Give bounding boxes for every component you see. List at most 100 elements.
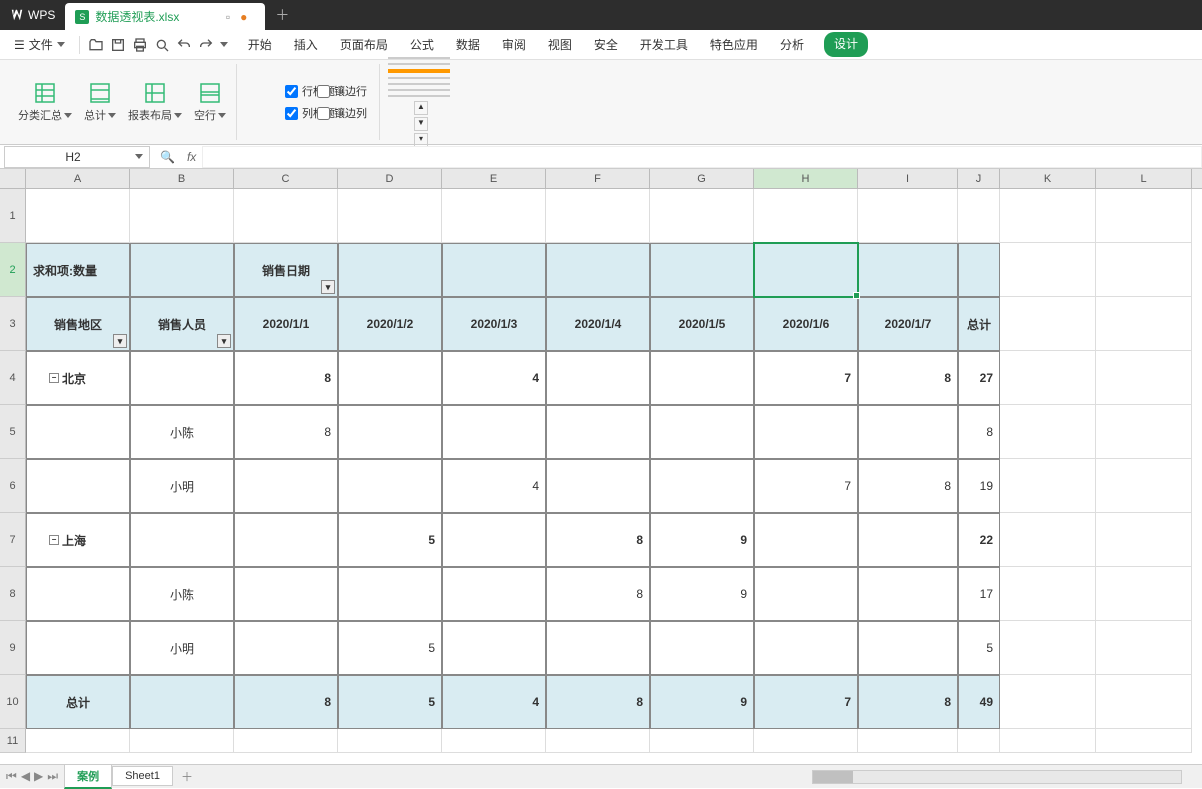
cell[interactable]	[546, 189, 650, 243]
collapse-icon[interactable]: −	[49, 373, 59, 383]
cell[interactable]	[1096, 297, 1192, 351]
row-header[interactable]: 1	[0, 189, 26, 243]
style-option[interactable]	[388, 77, 450, 79]
select-all-corner[interactable]	[0, 169, 26, 188]
cell[interactable]	[1000, 459, 1096, 513]
cell[interactable]	[1096, 729, 1192, 753]
cell[interactable]	[338, 405, 442, 459]
cell[interactable]: 4	[442, 459, 546, 513]
cell[interactable]	[26, 405, 130, 459]
cell[interactable]	[858, 567, 958, 621]
cell[interactable]	[1000, 243, 1096, 297]
cell[interactable]: 4	[442, 351, 546, 405]
cell[interactable]	[1096, 513, 1192, 567]
style-option[interactable]	[388, 89, 450, 91]
cell[interactable]: −上海	[26, 513, 130, 567]
column-header[interactable]: I	[858, 169, 958, 188]
fx-icon[interactable]: fx	[181, 150, 202, 164]
style-option[interactable]	[388, 57, 450, 59]
first-sheet-icon[interactable]: ⏮	[6, 769, 17, 784]
cell[interactable]	[234, 459, 338, 513]
cell[interactable]: 8	[858, 459, 958, 513]
style-option-selected[interactable]	[388, 69, 450, 73]
cell[interactable]: 9	[650, 675, 754, 729]
tab-pagelayout[interactable]: 页面布局	[338, 32, 390, 57]
cell[interactable]	[442, 405, 546, 459]
cell[interactable]: 8	[234, 675, 338, 729]
tab-design[interactable]: 设计	[824, 32, 868, 57]
cell[interactable]: 2020/1/4	[546, 297, 650, 351]
cell[interactable]	[754, 513, 858, 567]
cell[interactable]	[754, 405, 858, 459]
cell[interactable]	[338, 567, 442, 621]
cell[interactable]: 求和项:数量	[26, 243, 130, 297]
cell[interactable]	[1096, 405, 1192, 459]
cell[interactable]: 7	[754, 675, 858, 729]
cell[interactable]: 5	[338, 513, 442, 567]
cell[interactable]: 销售人员▾	[130, 297, 234, 351]
cell[interactable]	[546, 243, 650, 297]
cell[interactable]: 小明	[130, 459, 234, 513]
sheet-tab-active[interactable]: 案例	[64, 764, 112, 789]
row-header[interactable]: 11	[0, 729, 26, 753]
row-header[interactable]: 10	[0, 675, 26, 729]
file-menu[interactable]: ☰ 文件	[8, 34, 71, 55]
cell[interactable]	[130, 675, 234, 729]
style-scroll-down[interactable]: ▼	[414, 117, 428, 131]
next-sheet-icon[interactable]: ▶	[34, 769, 43, 784]
cell[interactable]	[958, 189, 1000, 243]
column-header[interactable]: G	[650, 169, 754, 188]
column-header[interactable]: B	[130, 169, 234, 188]
cell[interactable]	[1096, 621, 1192, 675]
cell[interactable]	[858, 405, 958, 459]
style-option[interactable]	[388, 83, 450, 85]
cell[interactable]: 8	[234, 405, 338, 459]
row-header[interactable]: 8	[0, 567, 26, 621]
style-scroll-up[interactable]: ▲	[414, 101, 428, 115]
cell[interactable]: 9	[650, 567, 754, 621]
cell[interactable]	[338, 729, 442, 753]
cell[interactable]	[958, 729, 1000, 753]
cell[interactable]	[442, 189, 546, 243]
row-header[interactable]: 2	[0, 243, 26, 297]
blank-row-button[interactable]: 空行	[190, 79, 230, 125]
cell[interactable]: 小明	[130, 621, 234, 675]
cell[interactable]	[26, 729, 130, 753]
tab-menu-icon[interactable]: ▫	[226, 10, 230, 24]
cell[interactable]: 2020/1/7	[858, 297, 958, 351]
cell[interactable]	[1096, 243, 1192, 297]
grandtotal-button[interactable]: 总计	[80, 79, 120, 125]
cell[interactable]	[858, 729, 958, 753]
cell[interactable]	[546, 351, 650, 405]
cell[interactable]	[1096, 351, 1192, 405]
cell[interactable]	[858, 513, 958, 567]
add-sheet-button[interactable]: ＋	[173, 768, 201, 785]
cell[interactable]	[546, 459, 650, 513]
cell[interactable]: −北京	[26, 351, 130, 405]
cell[interactable]	[858, 243, 958, 297]
cell[interactable]	[130, 729, 234, 753]
cell[interactable]	[650, 405, 754, 459]
cell[interactable]: 销售地区▾	[26, 297, 130, 351]
cell[interactable]	[442, 621, 546, 675]
cell[interactable]	[546, 621, 650, 675]
row-header[interactable]: 5	[0, 405, 26, 459]
cell[interactable]: 2020/1/2	[338, 297, 442, 351]
tab-dev[interactable]: 开发工具	[638, 32, 690, 57]
preview-icon[interactable]	[154, 37, 170, 53]
save-icon[interactable]	[110, 37, 126, 53]
name-box[interactable]: H2	[4, 146, 150, 168]
column-header[interactable]: H	[754, 169, 858, 188]
cell[interactable]: 7	[754, 459, 858, 513]
cell[interactable]	[1096, 567, 1192, 621]
cell[interactable]: 销售日期▾	[234, 243, 338, 297]
cell[interactable]	[650, 729, 754, 753]
cell[interactable]	[26, 189, 130, 243]
cell[interactable]	[650, 621, 754, 675]
cell[interactable]	[442, 567, 546, 621]
row-header[interactable]: 9	[0, 621, 26, 675]
cell[interactable]	[650, 189, 754, 243]
column-header[interactable]: D	[338, 169, 442, 188]
cell[interactable]: 8	[858, 675, 958, 729]
cell[interactable]	[1096, 459, 1192, 513]
